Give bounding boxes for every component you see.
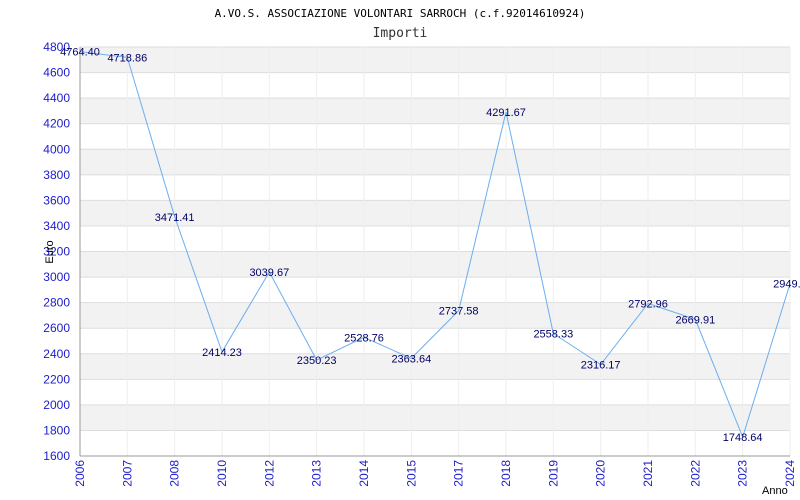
grid-band <box>80 404 790 431</box>
x-tick-label: 2024 <box>783 460 797 487</box>
data-label: 2558.33 <box>533 329 573 341</box>
data-label: 2737.58 <box>439 306 479 318</box>
y-tick-label: 4200 <box>43 117 70 131</box>
grid-band <box>80 251 790 278</box>
data-label: 3471.41 <box>155 212 195 224</box>
x-tick-label: 2019 <box>546 460 560 487</box>
x-tick-label: 2013 <box>310 460 324 487</box>
data-label: 2316.17 <box>581 359 621 371</box>
y-tick-label: 1600 <box>43 449 70 463</box>
y-tick-label: 2000 <box>43 398 70 412</box>
data-label: 3039.67 <box>249 267 289 279</box>
data-label: 2792.96 <box>628 299 668 311</box>
data-label: 2414.23 <box>202 347 242 359</box>
x-tick-label: 2006 <box>73 460 87 487</box>
chart-subtitle: Importi <box>373 26 428 41</box>
y-axis-label: Euro <box>44 240 56 263</box>
y-tick-label: 3400 <box>43 219 70 233</box>
y-tick-label: 4600 <box>43 66 70 80</box>
x-tick-label: 2014 <box>357 460 371 487</box>
x-tick-label: 2022 <box>688 460 702 487</box>
y-tick-label: 4000 <box>43 142 70 156</box>
grid-band <box>80 149 790 175</box>
x-tick-label: 2008 <box>168 460 182 487</box>
x-tick-labels: 2006 2007 2008 2010 2012 2013 2014 2015 2017 2018… <box>73 460 797 487</box>
y-tick-label: 2200 <box>43 372 70 386</box>
x-tick-label: 2023 <box>736 460 750 487</box>
data-label: 2363.64 <box>391 353 431 365</box>
data-label: 4764.40 <box>60 47 100 59</box>
grid-band <box>80 47 790 73</box>
grid-band <box>80 98 790 124</box>
x-tick-label: 2020 <box>594 460 608 487</box>
y-tick-label: 2600 <box>43 321 70 335</box>
x-axis-label: Anno <box>762 485 788 497</box>
x-tick-label: 2007 <box>120 460 134 487</box>
y-tick-label: 3000 <box>43 270 70 284</box>
y-tick-label: 2400 <box>43 347 70 361</box>
y-tick-label: 2800 <box>43 296 70 310</box>
data-label: 4718.86 <box>107 52 147 64</box>
data-label: 1748.64 <box>723 432 763 444</box>
chart-title: A.VO.S. ASSOCIAZIONE VOLONTARI SARROCH (… <box>215 7 586 20</box>
y-tick-label: 3800 <box>43 168 70 182</box>
data-label: 2528.76 <box>344 332 384 344</box>
x-tick-label: 2021 <box>641 460 655 487</box>
x-tick-label: 2010 <box>215 460 229 487</box>
line-chart: 1600180020002200240026002800300032003400… <box>43 7 800 497</box>
data-label: 2949.2 <box>773 279 800 291</box>
x-tick-label: 2012 <box>262 460 276 487</box>
data-label: 2669.91 <box>675 314 715 326</box>
y-tick-label: 1800 <box>43 423 70 437</box>
x-tick-label: 2017 <box>452 460 466 487</box>
data-label: 2350.23 <box>297 355 337 367</box>
background-bands <box>80 47 790 431</box>
x-tick-label: 2015 <box>404 460 418 487</box>
data-label: 4291.67 <box>486 107 526 119</box>
grid-band <box>80 353 790 380</box>
x-tick-label: 2018 <box>499 460 513 487</box>
y-tick-label: 3600 <box>43 193 70 207</box>
y-tick-label: 4400 <box>43 91 70 105</box>
